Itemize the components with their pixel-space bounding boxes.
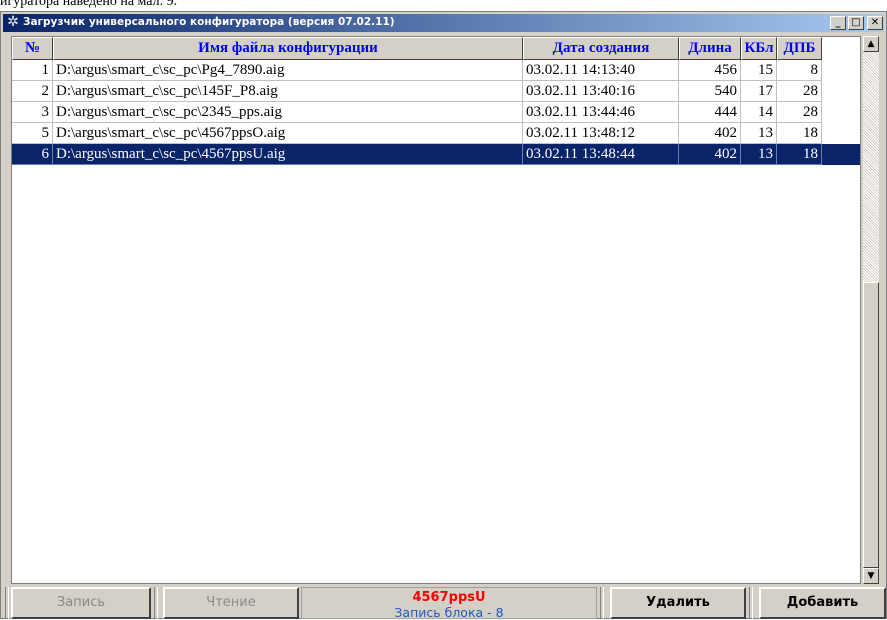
separator: [749, 587, 753, 619]
column-header-length[interactable]: Длина: [679, 37, 741, 60]
config-file-table[interactable]: № Имя файла конфигурации Дата создания Д…: [11, 36, 861, 584]
cell-date: 03.02.11 13:44:46: [523, 102, 679, 123]
cell-filename: D:\argus\smart_c\sc_pc\2345_pps.aig: [53, 102, 523, 123]
cell-dpb: 28: [777, 81, 822, 102]
table-row[interactable]: 1 D:\argus\smart_c\sc_pc\Pg4_7890.aig 03.0…: [12, 60, 860, 81]
cell-filename: D:\argus\smart_c\sc_pc\4567ppsO.aig: [53, 123, 523, 144]
column-header-num[interactable]: №: [12, 37, 53, 60]
add-button[interactable]: Добавить: [759, 587, 886, 619]
close-icon: ✕: [870, 17, 880, 28]
minimize-icon: _: [835, 17, 841, 28]
delete-button[interactable]: Удалить: [610, 587, 746, 619]
table-row[interactable]: 6 D:\argus\smart_c\sc_pc\4567ppsU.aig 03.0…: [12, 144, 860, 165]
cell-date: 03.02.11 14:13:40: [523, 60, 679, 81]
cell-num: 6: [12, 144, 53, 165]
bottom-panel: Запись Чтение 4567ppsU Запись блока - 8 …: [1, 587, 886, 620]
cell-dpb: 18: [777, 123, 822, 144]
cell-kbl: 14: [741, 102, 777, 123]
cell-kbl: 13: [741, 144, 777, 165]
table-row[interactable]: 2 D:\argus\smart_c\sc_pc\145F_P8.aig 03.02…: [12, 81, 860, 102]
cell-filename: D:\argus\smart_c\sc_pc\145F_P8.aig: [53, 81, 523, 102]
minimize-button[interactable]: _: [830, 16, 846, 30]
cell-kbl: 13: [741, 123, 777, 144]
status-message: Запись блока - 8: [394, 605, 504, 620]
separator: [5, 587, 9, 619]
vertical-scrollbar[interactable]: ▲ ▼: [863, 36, 879, 584]
cell-dpb: 28: [777, 102, 822, 123]
status-filename: 4567ppsU: [412, 590, 486, 605]
table-row[interactable]: 3 D:\argus\smart_c\sc_pc\2345_pps.aig 03.0…: [12, 102, 860, 123]
read-button[interactable]: Чтение: [163, 587, 299, 619]
maximize-icon: □: [851, 17, 861, 28]
cell-dpb: 18: [777, 144, 822, 165]
maximize-button[interactable]: □: [848, 16, 864, 30]
cell-dpb: 8: [777, 60, 822, 81]
cell-length: 444: [679, 102, 741, 123]
separator: [600, 587, 604, 619]
gear-icon[interactable]: ✲: [5, 15, 21, 31]
cell-date: 03.02.11 13:40:16: [523, 81, 679, 102]
title-bar[interactable]: ✲ Загрузчик универсального конфигуратора…: [3, 14, 884, 32]
arrow-down-icon: ▼: [867, 571, 875, 581]
cell-kbl: 17: [741, 81, 777, 102]
loader-window: ✲ Загрузчик универсального конфигуратора…: [0, 11, 887, 620]
context-text: игуратора наведено на мал. 9.: [0, 0, 178, 9]
arrow-up-icon: ▲: [867, 39, 875, 49]
write-button[interactable]: Запись: [11, 587, 151, 619]
separator: [154, 587, 158, 619]
cell-num: 2: [12, 81, 53, 102]
cell-date: 03.02.11 13:48:12: [523, 123, 679, 144]
cell-length: 402: [679, 144, 741, 165]
column-header-kbl[interactable]: КБл: [741, 37, 777, 60]
cell-length: 540: [679, 81, 741, 102]
close-button[interactable]: ✕: [867, 16, 883, 30]
column-header-filename[interactable]: Имя файла конфигурации: [53, 37, 523, 60]
column-header-date[interactable]: Дата создания: [523, 37, 679, 60]
table-row[interactable]: 5 D:\argus\smart_c\sc_pc\4567ppsO.aig 03.0…: [12, 123, 860, 144]
cell-num: 1: [12, 60, 53, 81]
window-title: Загрузчик универсального конфигуратора (…: [23, 16, 395, 28]
status-panel: 4567ppsU Запись блока - 8: [301, 587, 597, 620]
column-header-dpb[interactable]: ДПБ: [777, 37, 822, 60]
cell-length: 402: [679, 123, 741, 144]
cell-filename: D:\argus\smart_c\sc_pc\4567ppsU.aig: [53, 144, 523, 165]
scroll-down-button[interactable]: ▼: [863, 568, 879, 584]
cell-kbl: 15: [741, 60, 777, 81]
cell-num: 3: [12, 102, 53, 123]
scroll-thumb[interactable]: [863, 282, 879, 568]
cell-num: 5: [12, 123, 53, 144]
cell-filename: D:\argus\smart_c\sc_pc\Pg4_7890.aig: [53, 60, 523, 81]
scroll-up-button[interactable]: ▲: [863, 36, 879, 52]
cell-date: 03.02.11 13:48:44: [523, 144, 679, 165]
cell-length: 456: [679, 60, 741, 81]
